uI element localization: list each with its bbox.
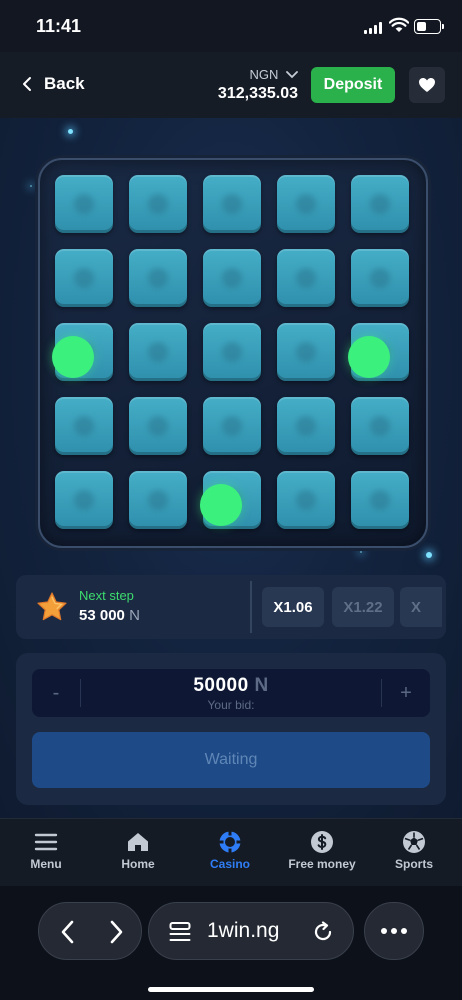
chevron-down-icon <box>286 71 298 79</box>
heart-icon <box>419 78 435 92</box>
board-tile[interactable] <box>203 397 261 455</box>
board-tile[interactable] <box>277 249 335 307</box>
board-tile[interactable] <box>129 249 187 307</box>
multiplier-next: X1.22 <box>332 587 394 627</box>
menu-icon <box>34 833 58 851</box>
nav-label: Free money <box>288 857 356 871</box>
divider <box>250 581 252 633</box>
star-icon <box>37 592 67 621</box>
browser-back-button[interactable] <box>53 917 83 947</box>
more-options-button[interactable] <box>364 902 424 960</box>
board-tile[interactable] <box>129 471 187 529</box>
nav-item-menu[interactable]: Menu <box>0 827 92 871</box>
browser-forward-button[interactable] <box>101 917 131 947</box>
url-text: 1win.ng <box>207 919 280 942</box>
board-tile[interactable] <box>55 249 113 307</box>
bet-panel: - 50000 N Your bid: + Waiting <box>16 653 446 805</box>
home-indicator <box>148 987 314 992</box>
wifi-icon <box>389 17 409 32</box>
board-tile[interactable] <box>203 323 261 381</box>
board-tile[interactable] <box>351 175 409 233</box>
nav-label: Sports <box>394 857 433 871</box>
board-tile[interactable] <box>351 397 409 455</box>
nav-label: Home <box>121 857 155 871</box>
board-tile[interactable] <box>203 175 261 233</box>
board-tile[interactable] <box>277 323 335 381</box>
status-bar: 11:41 <box>0 0 462 52</box>
board-tile[interactable] <box>351 471 409 529</box>
board-tile[interactable] <box>277 397 335 455</box>
clock: 11:41 <box>36 16 82 36</box>
balance-amount: 312,335.03 <box>217 85 298 102</box>
board-tile[interactable] <box>55 397 113 455</box>
bid-value[interactable]: 50000 N <box>32 675 430 697</box>
board-tile[interactable] <box>277 175 335 233</box>
back-button[interactable]: Back <box>22 74 85 94</box>
bottom-nav: Menu Home Casino Free money Sports <box>0 818 462 886</box>
board-tile[interactable] <box>129 397 187 455</box>
currency-code: NGN <box>249 67 279 82</box>
app-header: Back NGN 312,335.03 Deposit <box>0 52 462 118</box>
board-tile[interactable] <box>129 323 187 381</box>
nav-item-home[interactable]: Home <box>92 827 184 871</box>
mines-board <box>38 158 428 548</box>
nav-item-free-money[interactable]: Free money <box>276 827 368 871</box>
browser-nav-buttons <box>38 902 142 960</box>
chevron-left-icon <box>23 77 31 91</box>
reload-icon[interactable] <box>312 921 334 943</box>
board-tile[interactable] <box>55 471 113 529</box>
board-tile[interactable] <box>129 175 187 233</box>
battery-icon <box>414 19 444 34</box>
next-step-amount: 53 000 N <box>79 607 140 624</box>
casino-chip-icon <box>219 831 241 853</box>
home-icon <box>128 833 148 851</box>
next-step-label: Next step <box>79 588 134 603</box>
revealed-gem <box>52 336 94 378</box>
address-bar[interactable]: 1win.ng <box>148 902 354 960</box>
dollar-coin-icon <box>311 831 333 853</box>
nav-label: Menu <box>30 857 62 871</box>
favorite-button[interactable] <box>409 67 445 103</box>
soccer-ball-icon <box>403 831 425 853</box>
reader-tabs-icon <box>169 922 191 941</box>
more-horizontal-icon <box>381 928 407 934</box>
nav-label: Casino <box>209 857 250 871</box>
board-tile[interactable] <box>203 249 261 307</box>
bid-label: Your bid: <box>207 698 255 712</box>
board-tile[interactable] <box>277 471 335 529</box>
bid-stepper: - 50000 N Your bid: + <box>32 669 430 717</box>
next-step-currency: N <box>129 607 140 624</box>
balance-selector[interactable]: NGN 312,335.03 <box>200 67 298 103</box>
nav-item-casino[interactable]: Casino <box>184 827 276 871</box>
multiplier-current: X1.06 <box>262 587 324 627</box>
cellular-signal-icon <box>364 22 384 34</box>
waiting-button[interactable]: Waiting <box>32 732 430 788</box>
sparkle-decoration <box>426 552 432 558</box>
revealed-gem <box>200 484 242 526</box>
board-tile[interactable] <box>351 249 409 307</box>
multiplier-clipped: X <box>400 587 442 627</box>
increase-bid-button[interactable]: + <box>382 669 430 717</box>
next-step-card: Next step 53 000 N X1.06 X1.22 X <box>16 575 446 639</box>
chevron-right-icon <box>110 920 123 944</box>
nav-item-sports[interactable]: Sports <box>368 827 460 871</box>
chevron-left-icon <box>61 920 74 944</box>
revealed-gem <box>348 336 390 378</box>
sparkle-decoration <box>68 129 73 134</box>
sparkle-decoration <box>30 185 32 187</box>
game-area: Next step 53 000 N X1.06 X1.22 X - 50000… <box>0 118 462 818</box>
bid-currency: N <box>254 675 269 696</box>
sparkle-decoration <box>360 551 362 553</box>
board-tile[interactable] <box>55 175 113 233</box>
deposit-button[interactable]: Deposit <box>311 67 395 103</box>
back-label: Back <box>44 74 85 93</box>
browser-toolbar: 1win.ng <box>0 886 462 1000</box>
